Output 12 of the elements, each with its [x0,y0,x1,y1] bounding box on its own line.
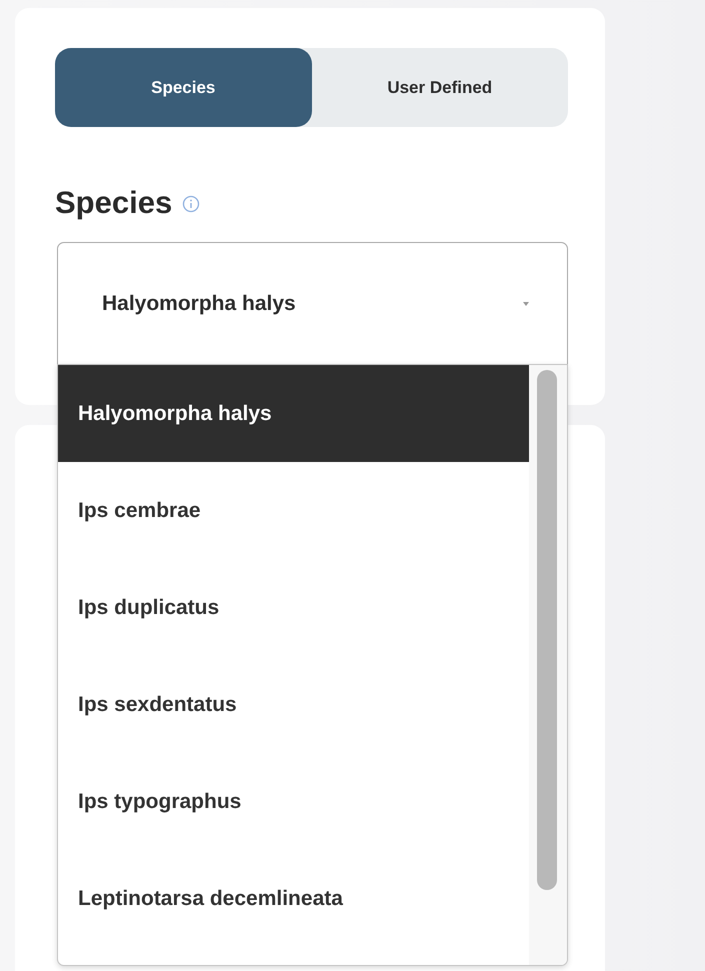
dropdown-option[interactable]: Leptinotarsa decemlineata [58,850,529,947]
tab[interactable]: User Defined [312,48,568,127]
tab[interactable]: Species [55,48,312,127]
dropdown-option[interactable]: Ips duplicatus [58,559,529,656]
caret-icon [521,300,531,308]
field-label: Species [55,185,172,221]
dropdown-option[interactable]: Ips cembrae [58,462,529,559]
dropdown-option[interactable]: Halyomorpha halys [58,365,529,462]
dropdown-option[interactable]: Ips typographus [58,753,529,850]
scrollbar[interactable] [537,370,557,890]
dropdown-option[interactable]: Ips sexdentatus [58,656,529,753]
info-icon[interactable] [182,195,200,213]
